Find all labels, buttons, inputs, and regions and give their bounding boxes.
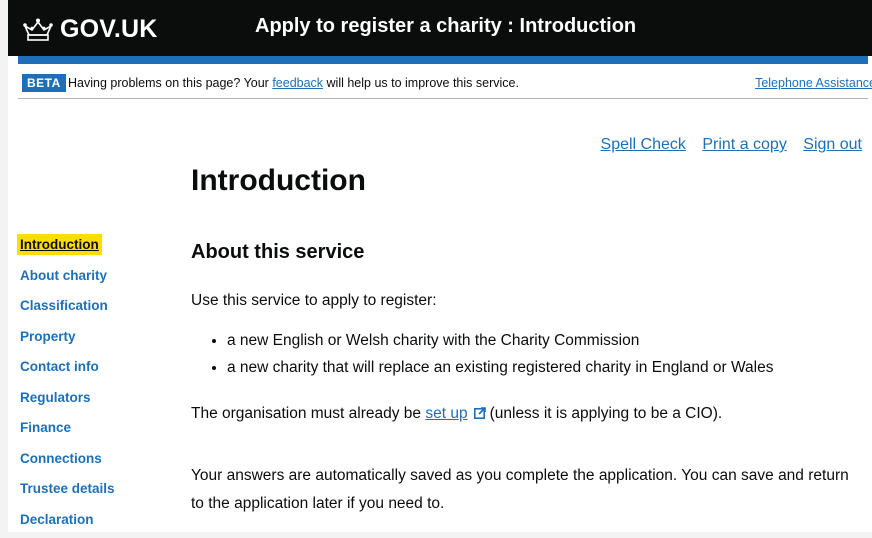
print-copy-link[interactable]: Print a copy (702, 136, 786, 153)
organisation-text-end: (unless it is applying to be a CIO). (490, 405, 723, 422)
nav-item-about-charity[interactable]: About charity (16, 264, 136, 295)
beta-message-text: Having problems on this page? Your (68, 76, 272, 90)
external-link-icon (474, 407, 486, 419)
intro-text: Use this service to apply to register: (191, 290, 437, 312)
set-up-link-label: set up (425, 405, 467, 422)
list-item: a new English or Welsh charity with the … (227, 330, 774, 352)
nav-label: Introduction (20, 237, 99, 252)
spell-check-link[interactable]: Spell Check (601, 136, 686, 153)
nav-item-introduction[interactable]: Introduction (16, 233, 136, 264)
crown-icon (22, 16, 54, 42)
list-item: a new charity that will replace an exist… (227, 357, 774, 379)
beta-tag: BETA (22, 74, 66, 92)
beta-message: Having problems on this page? Your feedb… (68, 76, 519, 90)
side-navigation: Introduction About charity Classificatio… (16, 233, 136, 538)
service-title: Apply to register a charity : Introducti… (255, 15, 636, 38)
organisation-text: The organisation must already be set up (… (191, 403, 722, 425)
page-title: Introduction (191, 164, 366, 198)
header: GOV.UK Apply to register a charity : Int… (8, 0, 872, 56)
nav-item-contact-info[interactable]: Contact info (16, 355, 136, 386)
set-up-link[interactable]: set up (425, 405, 489, 422)
top-links: Spell Check Print a copy Sign out (589, 136, 862, 154)
nav-item-connections[interactable]: Connections (16, 447, 136, 478)
beta-message-text-end: will help us to improve this service. (323, 76, 519, 90)
nav-item-classification[interactable]: Classification (16, 294, 136, 325)
page: GOV.UK Apply to register a charity : Int… (8, 0, 872, 532)
feedback-link[interactable]: feedback (272, 76, 323, 90)
logo-text: GOV.UK (60, 15, 158, 44)
sign-out-link[interactable]: Sign out (803, 136, 862, 153)
nav-item-declaration[interactable]: Declaration (16, 508, 136, 538)
nav-item-trustee-details[interactable]: Trustee details (16, 477, 136, 508)
nav-item-finance[interactable]: Finance (16, 416, 136, 447)
govuk-logo-link[interactable]: GOV.UK (22, 14, 158, 44)
beta-banner: BETA Having problems on this page? Your … (18, 72, 868, 99)
bullet-list: a new English or Welsh charity with the … (191, 330, 774, 385)
nav-item-property[interactable]: Property (16, 325, 136, 356)
nav-item-regulators[interactable]: Regulators (16, 386, 136, 417)
header-blue-bar (18, 56, 868, 64)
section-title: About this service (191, 241, 364, 264)
telephone-assistance-link[interactable]: Telephone Assistance (755, 76, 872, 90)
organisation-text-start: The organisation must already be (191, 405, 425, 422)
autosave-text: Your answers are automatically saved as … (191, 462, 851, 518)
